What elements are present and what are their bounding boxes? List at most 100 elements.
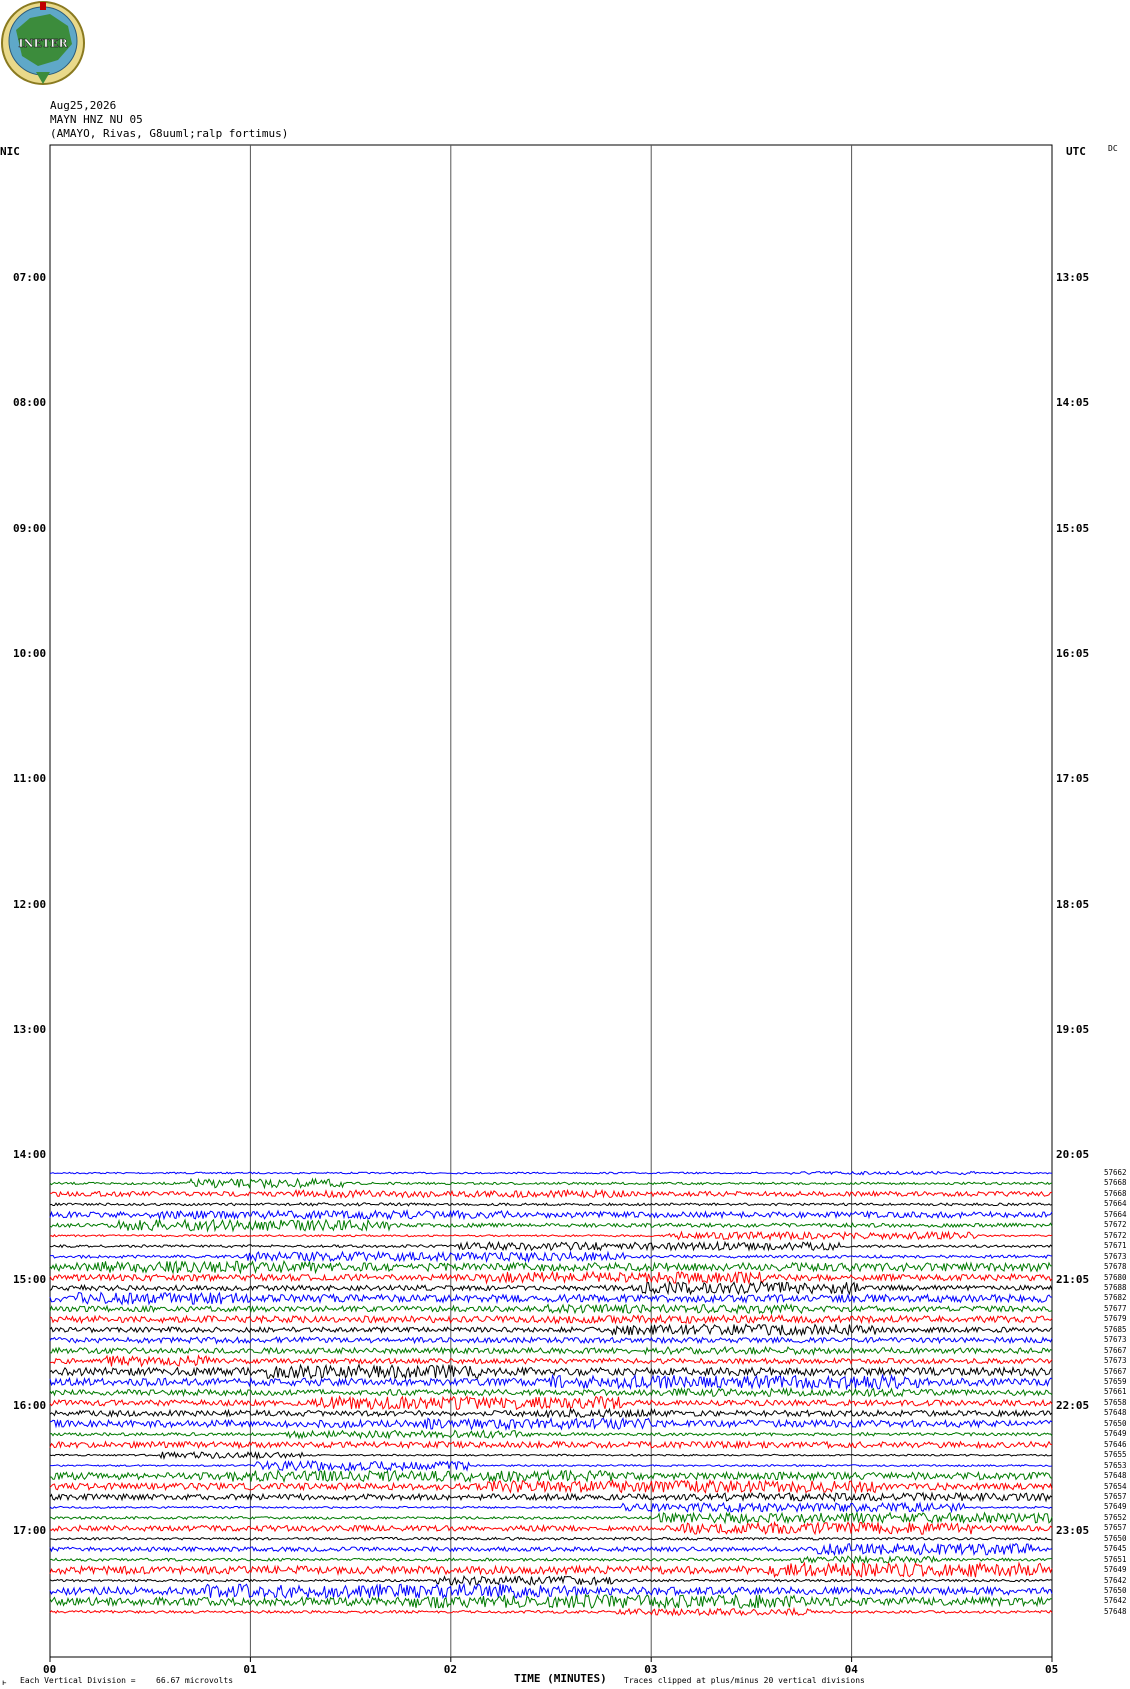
seismic-trace — [49, 1323, 1053, 1337]
seismic-trace — [49, 1491, 1053, 1503]
station-site: (AMAYO, Rivas, G8uuml;ralp fortimus) — [50, 127, 289, 140]
right-hour-label: 13:05 — [1056, 271, 1090, 284]
trace-count-label: 57657 — [1104, 1491, 1127, 1501]
trace-count-label: 57650 — [1104, 1533, 1127, 1543]
x-tick-label: 03 — [644, 1663, 658, 1676]
trace-count-label: 57658 — [1104, 1397, 1127, 1407]
trace-count-label: 57677 — [1104, 1303, 1127, 1313]
seismic-trace — [49, 1280, 1053, 1296]
left-hour-label: 13:00 — [13, 1022, 47, 1036]
seismic-trace — [49, 1373, 1053, 1391]
station-code: MAYN HNZ NU 05 — [50, 113, 143, 126]
seismic-trace — [49, 1536, 1052, 1541]
trace-count-label: 57654 — [1104, 1481, 1127, 1491]
trace-count-label: 57668 — [1104, 1188, 1127, 1198]
right-hour-label: 22:05 — [1056, 1398, 1090, 1412]
trace-count-label: 57672 — [1104, 1230, 1127, 1240]
seismic-trace — [49, 1407, 1053, 1419]
seismic-trace — [49, 1468, 1053, 1484]
plot-frame — [49, 144, 1053, 1658]
seismic-trace — [49, 1240, 1053, 1252]
seismic-trace — [49, 1450, 1053, 1461]
seismic-trace — [49, 1478, 1053, 1495]
trace-count-label: 57661 — [1104, 1387, 1127, 1397]
seismic-trace — [49, 1177, 1053, 1190]
trace-count-label: 57664 — [1104, 1199, 1127, 1209]
seismic-trace — [49, 1270, 1053, 1285]
right-hour-label: 17:05 — [1056, 772, 1090, 786]
trace-count-label: 57642 — [1104, 1596, 1127, 1606]
seismic-trace — [49, 1291, 1053, 1306]
left-hour-label: 08:00 — [13, 396, 47, 410]
trace-count-label: 57682 — [1104, 1293, 1127, 1303]
right-hour-label: 15:05 — [1056, 521, 1090, 535]
x-axis-title: TIME (MINUTES) — [514, 1672, 607, 1685]
clip-note: Traces clipped at plus/minus 20 vertical… — [624, 1676, 865, 1685]
left-hour-label: 11:00 — [13, 772, 47, 786]
seismic-trace — [49, 1554, 1053, 1565]
trace-count-label: 57646 — [1104, 1439, 1127, 1449]
right-hour-label: 20:05 — [1056, 1148, 1090, 1162]
trace-count-label: 57680 — [1104, 1272, 1127, 1282]
trace-count-label: 57688 — [1104, 1282, 1127, 1292]
helicorder-plot: INETER — [1, 1, 1053, 1662]
seismic-trace — [49, 1429, 1053, 1440]
trace-count-label: 57655 — [1104, 1450, 1127, 1460]
seismic-trace — [49, 1345, 1053, 1357]
trace-count-label: 57673 — [1104, 1335, 1127, 1345]
trace-count-label: 57667 — [1104, 1366, 1127, 1376]
seismic-trace — [49, 1606, 1053, 1617]
seismic-trace — [49, 1218, 1053, 1233]
left-hour-label: 14:00 — [13, 1148, 47, 1162]
left-hour-label: 17:00 — [13, 1524, 47, 1537]
seismic-trace — [49, 1561, 1053, 1579]
trace-count-label: 57645 — [1104, 1544, 1127, 1554]
scale-value: 66.67 microvolts — [156, 1676, 234, 1685]
trace-count-label: 57678 — [1104, 1262, 1127, 1272]
x-tick-label: 01 — [243, 1663, 257, 1676]
x-tick-label: 02 — [443, 1663, 458, 1676]
seismic-trace — [49, 1302, 1053, 1315]
seismic-trace — [49, 1501, 1053, 1514]
seismic-trace — [49, 1202, 1053, 1207]
dc-label: DC — [1108, 144, 1118, 153]
seismic-trace — [50, 1250, 1053, 1264]
left-hour-label: 16:00 — [13, 1398, 47, 1412]
trace-count-label: 57651 — [1104, 1554, 1127, 1564]
right-timezone-label: UTC — [1066, 145, 1086, 158]
left-hour-label: 15:00 — [13, 1273, 47, 1287]
seismic-trace — [49, 1188, 1053, 1199]
right-hour-label: 16:05 — [1056, 646, 1090, 660]
trace-count-label: 57672 — [1104, 1220, 1127, 1230]
trace-count-label: 57671 — [1104, 1241, 1127, 1251]
seismic-trace — [49, 1336, 1053, 1345]
ineter-logo: INETER — [1, 1, 85, 85]
seismic-trace — [49, 1439, 1053, 1450]
seismic-trace — [49, 1511, 1053, 1525]
trace-count-label: 57650 — [1104, 1418, 1127, 1428]
trace-count-label: 57667 — [1104, 1345, 1127, 1355]
seismic-trace — [49, 1520, 1053, 1536]
trace-count-label: 57662 — [1104, 1168, 1127, 1177]
trace-count-label: 57650 — [1104, 1586, 1127, 1595]
left-hour-label: 12:00 — [13, 897, 47, 911]
right-hour-label: 23:05 — [1056, 1524, 1090, 1537]
trace-count-label: 57649 — [1104, 1502, 1127, 1512]
left-timezone-label: NIC — [0, 145, 20, 158]
x-tick-label: 04 — [844, 1663, 858, 1676]
left-hour-label: 09:00 — [13, 521, 47, 535]
record-date: Aug25,2026 — [50, 99, 117, 112]
trace-count-label: 57649 — [1104, 1429, 1127, 1439]
scale-note: Each Vertical Division = — [20, 1676, 136, 1685]
trace-count-label: 57657 — [1104, 1523, 1127, 1533]
trace-count-label: 57642 — [1104, 1575, 1127, 1585]
seismic-trace — [49, 1574, 1053, 1587]
seismic-trace — [49, 1259, 1053, 1275]
trace-count-label: 57673 — [1104, 1356, 1127, 1366]
seismic-trace — [49, 1230, 1053, 1241]
seismic-trace — [49, 1170, 1053, 1176]
trace-count-label: 57659 — [1104, 1377, 1127, 1386]
seismic-trace — [49, 1313, 1053, 1325]
trace-count-label: 57668 — [1104, 1178, 1127, 1188]
seismic-trace — [49, 1354, 1053, 1368]
